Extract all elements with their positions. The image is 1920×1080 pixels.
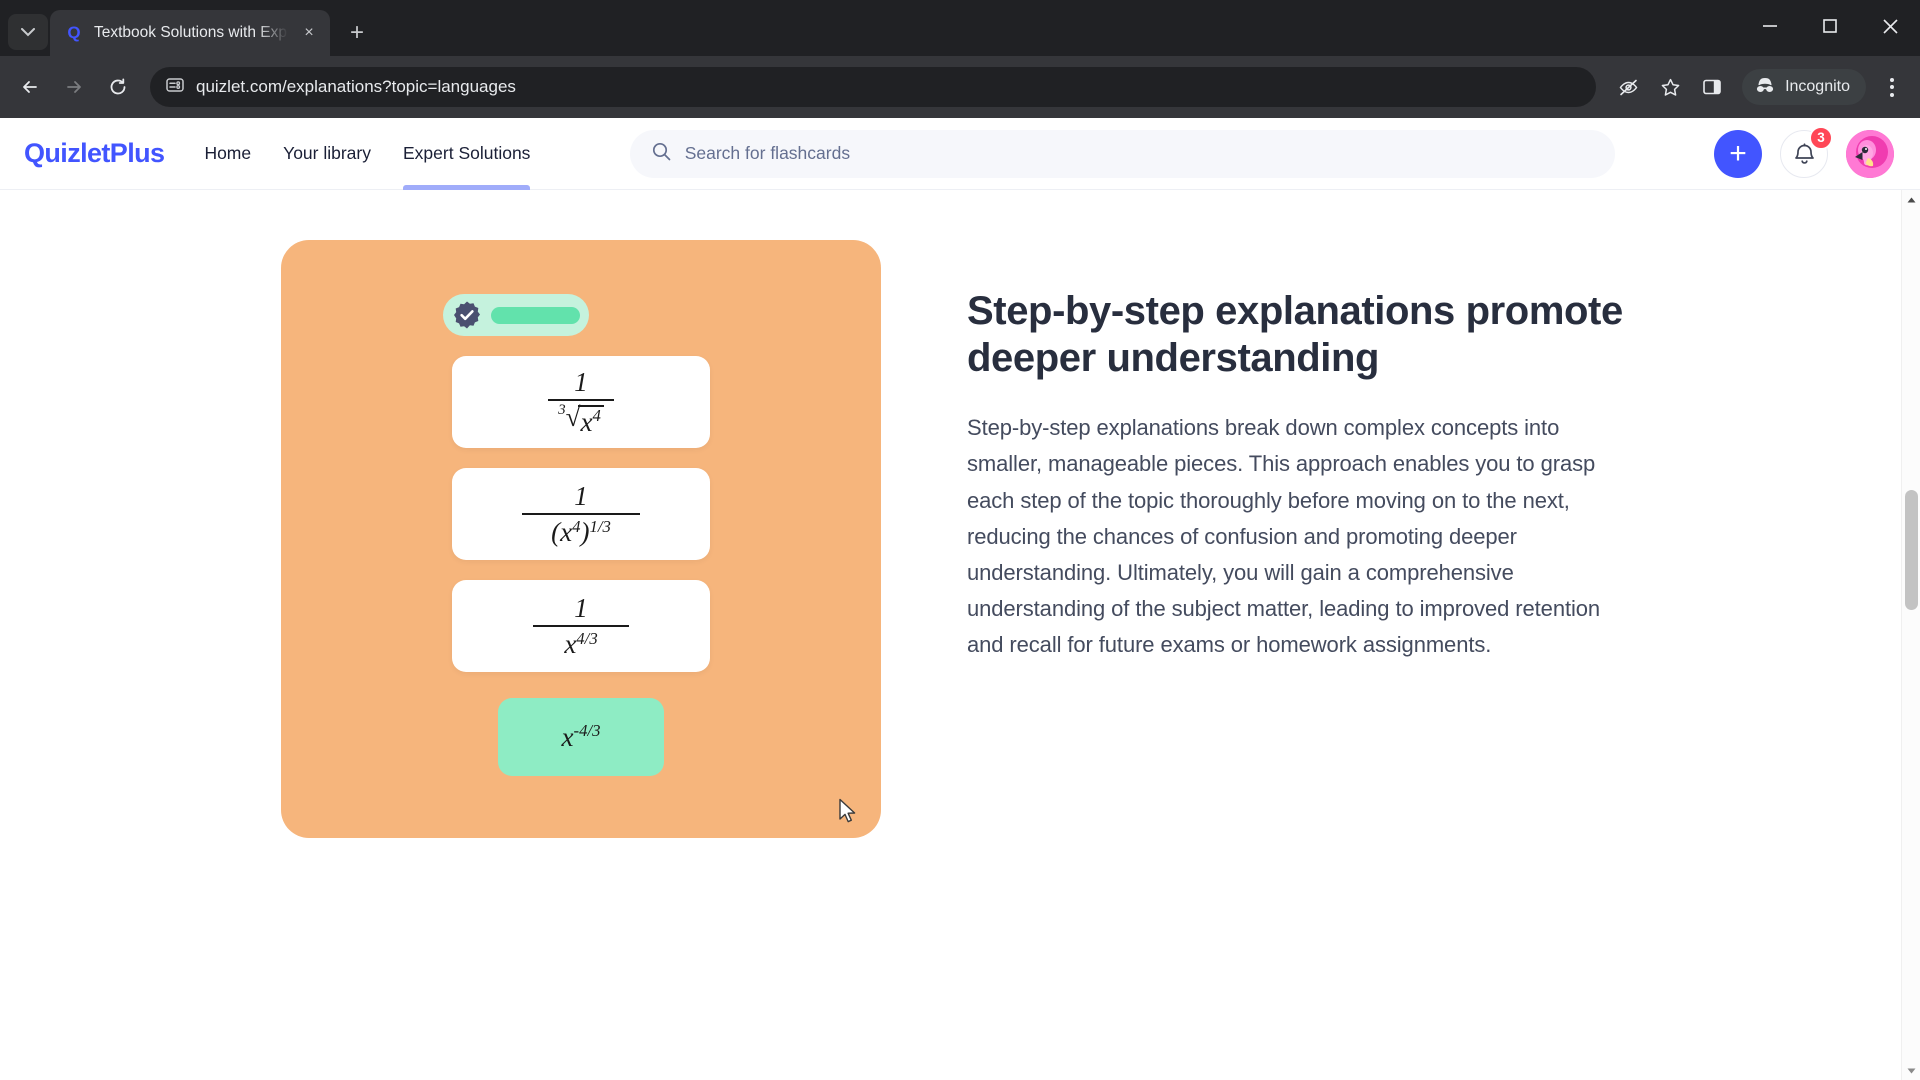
site-header: QuizletPlus Home Your library Expert Sol…: [0, 118, 1920, 190]
eye-off-icon[interactable]: [1608, 67, 1648, 107]
search-area: Search for flashcards: [530, 129, 1714, 178]
avatar[interactable]: [1846, 129, 1894, 178]
verified-placeholder-bar: [491, 306, 580, 324]
answer-base: x: [561, 722, 574, 752]
incognito-hat-icon: [1754, 76, 1776, 99]
answer-exponent: -4/3: [573, 721, 601, 740]
fraction-numerator: 1: [574, 366, 588, 397]
side-panel-icon[interactable]: [1692, 67, 1732, 107]
nav-item-label: Your library: [283, 143, 371, 163]
nav-item-home[interactable]: Home: [204, 118, 251, 190]
incognito-indicator[interactable]: Incognito: [1742, 69, 1866, 105]
math-expression-step-2: 1 (x 4) 1/3: [522, 480, 640, 546]
browser-toolbar: quizlet.com/explanations?topic=languages: [0, 56, 1920, 118]
site-settings-icon[interactable]: [166, 76, 184, 99]
plus-icon: +: [1729, 136, 1747, 170]
math-expression-step-1: 1 3 √ x4: [548, 366, 614, 436]
radicand-base: x: [580, 406, 593, 437]
radicand: x4: [578, 404, 604, 437]
power-base: x: [564, 628, 577, 659]
math-expression-step-3: 1 x 4/3: [533, 592, 629, 658]
quizlet-logo[interactable]: QuizletPlus: [24, 138, 165, 169]
page-content: 1 3 √ x4 1 (x 4) 1/3 1 x 4/3 x-4/3 Ste…: [0, 190, 1920, 1080]
feature-text-column: Step-by-step explanations promote deeper…: [967, 240, 1627, 663]
page-viewport: QuizletPlus Home Your library Expert Sol…: [0, 118, 1920, 1080]
fraction-denominator: 3 √ x4: [558, 401, 604, 436]
paren-close: ): [580, 516, 590, 547]
three-dot-menu-icon[interactable]: [1874, 67, 1910, 107]
feature-description: Step-by-step explanations break down com…: [967, 415, 1601, 657]
tab-search-button[interactable]: [8, 14, 48, 50]
forward-arrow-icon[interactable]: [54, 67, 94, 107]
incognito-label: Incognito: [1785, 78, 1850, 95]
root-index: 3: [558, 401, 566, 418]
toolbar-actions: Incognito: [1608, 67, 1910, 107]
tab-title: Textbook Solutions with Expert: [94, 24, 288, 41]
scroll-down-arrow-icon[interactable]: [1902, 1061, 1920, 1080]
browser-window: Q Textbook Solutions with Expert × + qui…: [0, 0, 1920, 1080]
search-icon: [652, 142, 671, 166]
explanation-illustration-card: 1 3 √ x4 1 (x 4) 1/3 1 x 4/3 x-4/3: [281, 240, 881, 838]
close-icon[interactable]: [1860, 0, 1920, 52]
radical-sign: √: [565, 401, 581, 432]
power-exponent: 4/3: [576, 628, 598, 648]
header-actions: + 3: [1714, 125, 1894, 178]
nav-item-label: Home: [204, 143, 252, 163]
maximize-icon[interactable]: [1800, 0, 1860, 52]
scroll-up-arrow-icon[interactable]: [1902, 190, 1920, 209]
feature-section: 1 3 √ x4 1 (x 4) 1/3 1 x 4/3 x-4/3 Ste…: [0, 190, 1920, 838]
nav-item-expert-solutions[interactable]: Expert Solutions: [403, 118, 531, 190]
url-text: quizlet.com/explanations?topic=languages: [196, 77, 516, 96]
address-bar[interactable]: quizlet.com/explanations?topic=languages: [150, 67, 1597, 107]
answer-card: x-4/3: [498, 698, 664, 776]
radicand-exponent: 4: [592, 405, 601, 425]
page-title: Step-by-step explanations promote deeper…: [967, 289, 1623, 381]
notifications-button[interactable]: 3: [1780, 125, 1833, 178]
outer-exponent: 1/3: [589, 516, 611, 536]
browser-tab[interactable]: Q Textbook Solutions with Expert ×: [50, 10, 330, 56]
new-tab-button[interactable]: +: [340, 16, 374, 50]
star-icon[interactable]: [1650, 67, 1690, 107]
paren-open: (: [551, 516, 561, 547]
minimize-icon[interactable]: [1740, 0, 1800, 52]
add-button[interactable]: +: [1714, 129, 1762, 178]
search-input[interactable]: Search for flashcards: [629, 129, 1615, 178]
page-scrollbar[interactable]: [1901, 190, 1920, 1080]
math-expression-answer: x-4/3: [562, 721, 601, 753]
main-nav: Home Your library Expert Solutions: [204, 118, 531, 190]
step-card: 1 (x 4) 1/3: [452, 468, 710, 560]
step-card: 1 x 4/3: [452, 580, 710, 672]
step-card: 1 3 √ x4: [452, 356, 710, 448]
scrollbar-thumb[interactable]: [1905, 490, 1918, 610]
nav-item-label: Expert Solutions: [403, 143, 531, 163]
verified-check-icon: [452, 300, 482, 330]
tab-strip: Q Textbook Solutions with Expert × +: [0, 0, 1920, 56]
quizlet-favicon: Q: [67, 23, 81, 42]
reload-icon[interactable]: [98, 67, 138, 107]
fraction-numerator: 1: [574, 480, 588, 511]
close-icon[interactable]: ×: [298, 22, 320, 44]
radical: 3 √ x4: [558, 401, 604, 437]
window-controls: [1740, 0, 1920, 52]
nav-item-your-library[interactable]: Your library: [283, 118, 371, 190]
power-base: x: [560, 516, 573, 547]
fraction-numerator: 1: [574, 592, 588, 623]
back-arrow-icon[interactable]: [10, 67, 50, 107]
fraction-denominator: (x 4) 1/3: [551, 515, 611, 546]
fraction-denominator: x 4/3: [564, 627, 597, 658]
notification-badge: 3: [1809, 125, 1833, 150]
verified-solution-pill: [443, 294, 589, 336]
search-placeholder: Search for flashcards: [684, 143, 851, 163]
